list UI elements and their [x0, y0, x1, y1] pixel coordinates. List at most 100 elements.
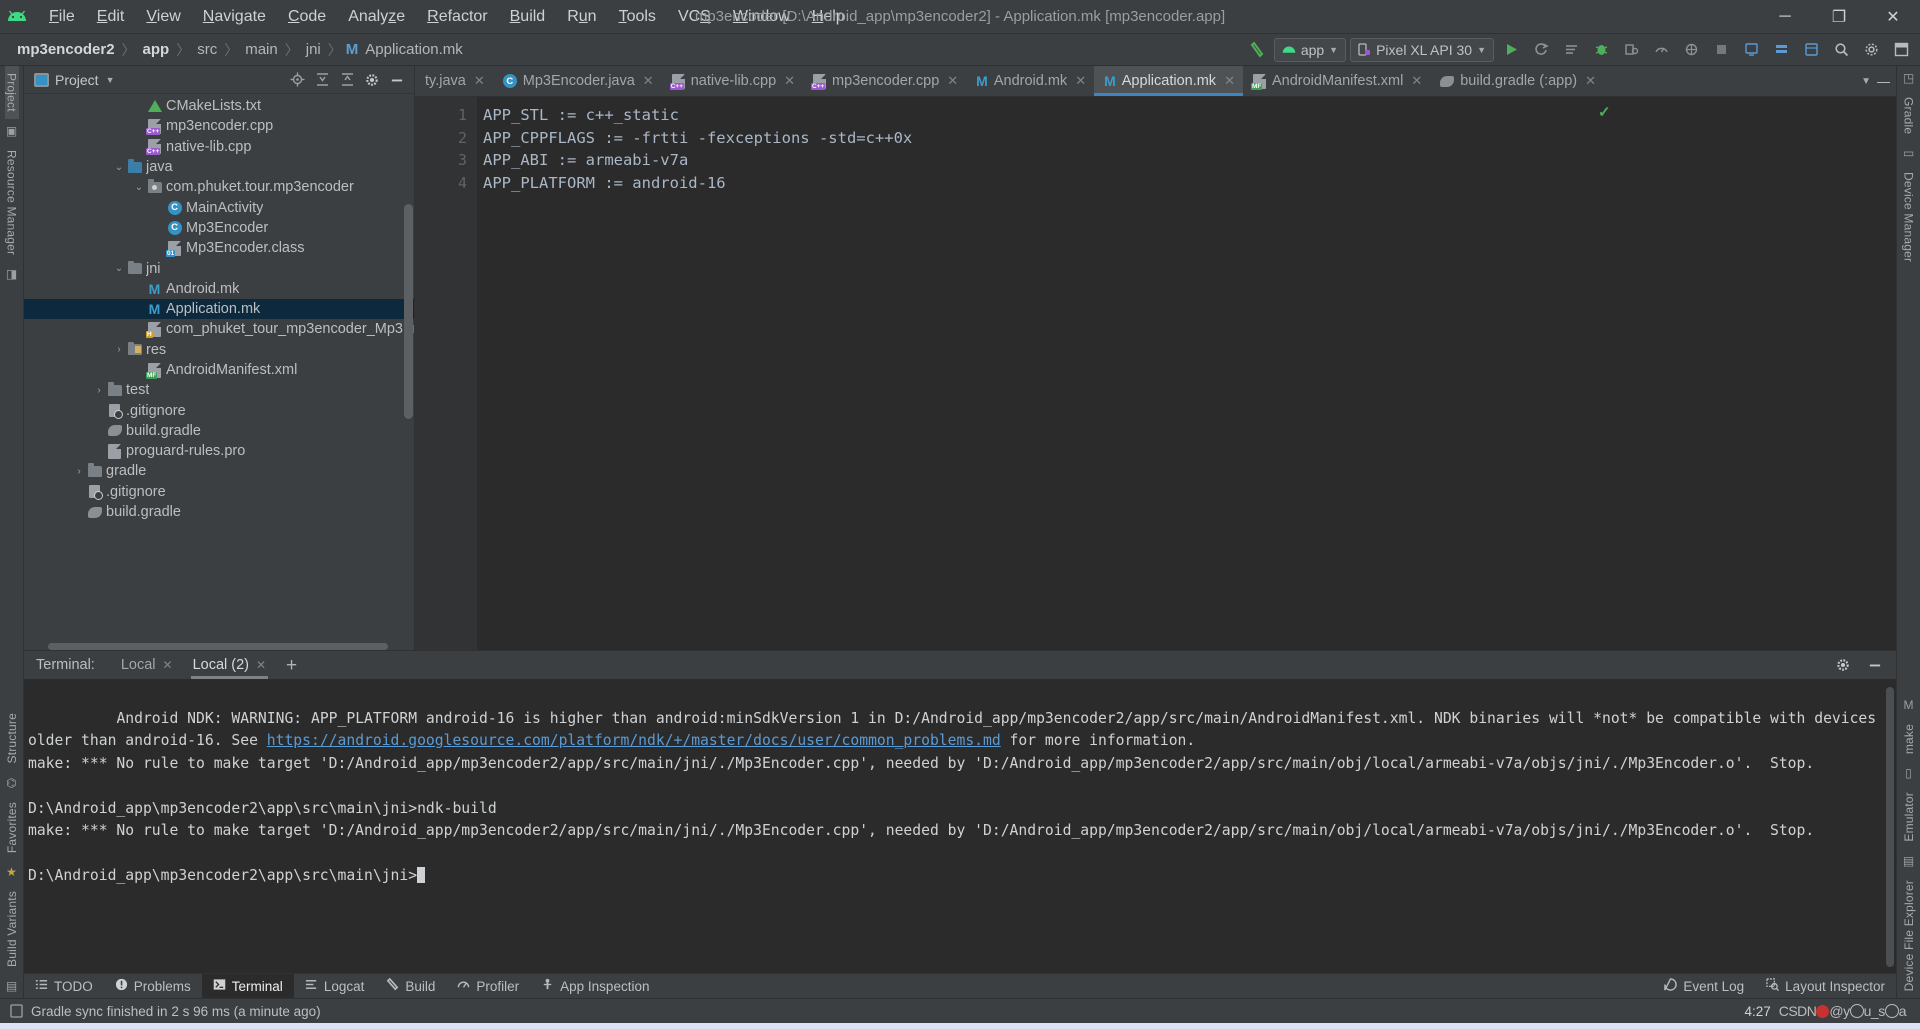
editor-tab[interactable]: M Application.mk ✕ — [1094, 66, 1243, 96]
menu-vcs[interactable]: VCS — [667, 4, 722, 30]
gear-icon[interactable] — [1832, 654, 1854, 676]
editor-tab[interactable]: C++ mp3encoder.cpp ✕ — [803, 66, 966, 96]
tree-expand-arrow[interactable]: › — [72, 466, 86, 477]
close-icon[interactable]: ✕ — [1224, 73, 1235, 89]
run-icon[interactable] — [1498, 38, 1524, 62]
rail-item-favorites[interactable]: Favorites — [5, 795, 19, 860]
project-structure-icon[interactable] — [1888, 38, 1914, 62]
breadcrumb-item-3[interactable]: main — [242, 40, 281, 59]
menu-file[interactable]: File — [38, 4, 86, 30]
rail-item-structure[interactable]: Structure — [5, 706, 19, 771]
close-icon[interactable]: ✕ — [474, 73, 485, 89]
rail-item-gradle[interactable]: Gradle — [1902, 90, 1916, 141]
close-icon[interactable]: ✕ — [1411, 73, 1422, 89]
build-hammer-icon[interactable] — [1244, 38, 1270, 62]
search-icon[interactable] — [1828, 38, 1854, 62]
locate-icon[interactable] — [286, 69, 308, 91]
menu-refactor[interactable]: Refactor — [416, 4, 498, 30]
tool-strip-todo[interactable]: TODO — [24, 974, 104, 999]
rail-item-project[interactable]: Project — [4, 66, 19, 119]
close-icon[interactable]: ✕ — [163, 658, 173, 672]
tree-node[interactable]: › gradle — [24, 461, 414, 481]
rail-item-resource-manager[interactable]: Resource Manager — [5, 143, 19, 262]
tree-node[interactable]: C++ native-lib.cpp — [24, 137, 414, 157]
rail-item-device-manager[interactable]: Device Manager — [1902, 165, 1916, 269]
breadcrumb-item-5[interactable]: Application.mk — [362, 40, 466, 59]
menu-view[interactable]: View — [135, 4, 191, 30]
hide-icon[interactable]: — — [1877, 74, 1890, 89]
menu-code[interactable]: Code — [277, 4, 337, 30]
tool-strip-event-log[interactable]: Event Log — [1653, 974, 1755, 999]
terminal-output-link[interactable]: https://android.googlesource.com/platfor… — [267, 732, 1001, 749]
tree-node[interactable]: CMakeLists.txt — [24, 96, 414, 116]
chevron-down-icon[interactable]: ▼ — [106, 75, 115, 85]
tree-node[interactable]: › res — [24, 340, 414, 360]
device-selector[interactable]: Pixel XL API 30 ▼ — [1350, 37, 1494, 62]
hide-panel-icon[interactable] — [386, 69, 408, 91]
settings-icon[interactable] — [1858, 38, 1884, 62]
tree-expand-arrow[interactable]: › — [92, 385, 106, 396]
menu-navigate[interactable]: Navigate — [192, 4, 277, 30]
new-terminal-button[interactable]: + — [276, 656, 307, 675]
editor-tabs-overflow[interactable]: ▼ — — [1855, 66, 1896, 96]
module-selector[interactable]: app ▼ — [1273, 37, 1347, 62]
tree-expand-arrow[interactable]: › — [112, 344, 126, 355]
tree-node[interactable]: ⌄ jni — [24, 258, 414, 278]
tree-node[interactable]: C++ mp3encoder.cpp — [24, 116, 414, 136]
menu-build[interactable]: Build — [499, 4, 557, 30]
editor-tab[interactable]: ty.java ✕ — [415, 66, 493, 96]
tree-node[interactable]: ⌄ java — [24, 157, 414, 177]
editor-tab[interactable]: MF AndroidManifest.xml ✕ — [1243, 66, 1430, 96]
menu-edit[interactable]: Edit — [86, 4, 136, 30]
tree-node[interactable]: 01 Mp3Encoder.class — [24, 238, 414, 258]
terminal-tab-local[interactable]: Local ✕ — [111, 651, 183, 679]
apply-code-changes-icon[interactable] — [1558, 38, 1584, 62]
close-icon[interactable]: ✕ — [256, 658, 266, 672]
tool-strip-build[interactable]: Build — [375, 974, 446, 999]
apply-changes-icon[interactable] — [1528, 38, 1554, 62]
editor-tab[interactable]: C++ native-lib.cpp ✕ — [662, 66, 803, 96]
stop-icon[interactable] — [1708, 38, 1734, 62]
tool-strip-app-inspection[interactable]: App Inspection — [530, 974, 660, 999]
tool-strip-problems[interactable]: Problems — [104, 974, 202, 999]
editor-tab[interactable]: build.gradle (:app) ✕ — [1430, 66, 1604, 96]
tree-node[interactable]: › test — [24, 380, 414, 400]
rail-item-build-variants[interactable]: Build Variants — [5, 884, 19, 974]
collapse-all-icon[interactable] — [336, 69, 358, 91]
expand-all-icon[interactable] — [311, 69, 333, 91]
code-editor[interactable]: 1 2 3 4 APP_STL := c++_static APP_CPPFLAGS :… — [415, 97, 1896, 650]
project-tree-hscrollbar[interactable] — [48, 643, 388, 650]
tree-node[interactable]: build.gradle — [24, 502, 414, 522]
profile-alt-icon[interactable] — [1678, 38, 1704, 62]
breadcrumb-item-2[interactable]: src — [194, 40, 220, 59]
breadcrumb-item-4[interactable]: jni — [303, 40, 324, 59]
terminal-output[interactable]: Android NDK: WARNING: APP_PLATFORM andro… — [24, 679, 1896, 973]
code-content[interactable]: APP_STL := c++_static APP_CPPFLAGS := -fr… — [477, 97, 1594, 650]
tree-expand-arrow[interactable]: ⌄ — [112, 162, 126, 173]
close-icon[interactable]: ✕ — [784, 73, 795, 89]
profile-icon[interactable] — [1648, 38, 1674, 62]
tree-node[interactable]: M Android.mk — [24, 279, 414, 299]
tree-node[interactable]: ⌄ com.phuket.tour.mp3encoder — [24, 177, 414, 197]
sdk-manager-icon[interactable] — [1768, 38, 1794, 62]
tree-expand-arrow[interactable]: ⌄ — [132, 182, 146, 193]
tree-node[interactable]: M Application.mk — [24, 298, 414, 320]
breadcrumb-item-0[interactable]: mp3encoder2 — [14, 40, 118, 59]
breadcrumb-item-1[interactable]: app — [140, 40, 173, 59]
project-tree[interactable]: CMakeLists.txt C++ mp3encoder.cpp C++ native… — [24, 94, 414, 641]
close-icon[interactable]: ✕ — [1585, 73, 1596, 89]
minimize-button[interactable]: ─ — [1758, 0, 1812, 34]
terminal-scrollbar[interactable] — [1886, 687, 1894, 967]
maximize-button[interactable]: ❐ — [1812, 0, 1866, 34]
debug-icon[interactable] — [1588, 38, 1614, 62]
tree-expand-arrow[interactable]: ⌄ — [112, 263, 126, 274]
menu-window[interactable]: Window — [722, 4, 801, 30]
close-icon[interactable]: ✕ — [947, 73, 958, 89]
rail-item-device-file-explorer[interactable]: Device File Explorer — [1902, 873, 1916, 998]
tool-strip-logcat[interactable]: Logcat — [294, 974, 376, 999]
terminal-tab-local-2[interactable]: Local (2) ✕ — [183, 651, 276, 679]
tree-node[interactable]: C Mp3Encoder — [24, 218, 414, 238]
tree-node[interactable]: Hcom_phuket_tour_mp3encoder_Mp3Encod — [24, 319, 414, 339]
close-icon[interactable]: ✕ — [643, 73, 654, 89]
chevron-down-icon[interactable]: ▼ — [1861, 76, 1871, 87]
